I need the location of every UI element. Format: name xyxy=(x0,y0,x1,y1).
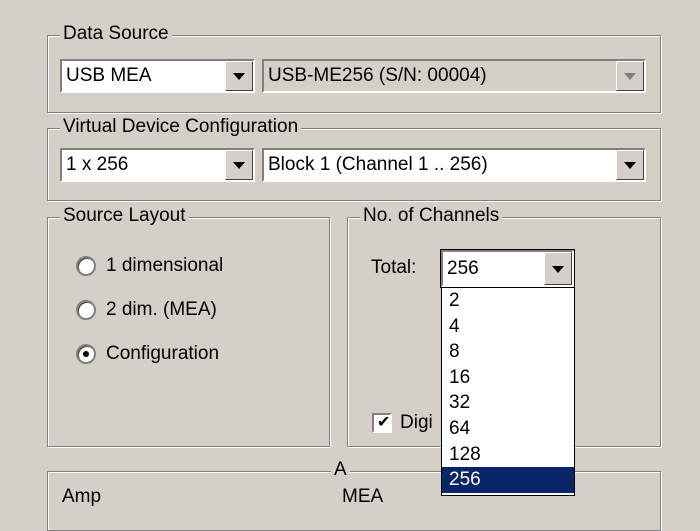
data-source-type-select[interactable]: USB MEA xyxy=(60,59,255,93)
radio-button[interactable] xyxy=(76,300,96,320)
data-source-device-select[interactable]: USB-ME256 (S/N: 00004) xyxy=(262,59,646,93)
digital-checkbox-label: Digi xyxy=(400,412,433,433)
amp-label: Amp xyxy=(62,486,102,507)
bottom-group-legend: A xyxy=(331,459,350,481)
channels-dropdown-list[interactable]: 2 4 8 16 32 64 128 256 xyxy=(441,287,575,496)
channels-total-dropdown-button[interactable] xyxy=(544,252,572,285)
dropdown-option[interactable]: 2 xyxy=(442,288,574,314)
channels-legend: No. of Channels xyxy=(360,205,503,227)
dropdown-option[interactable]: 4 xyxy=(442,314,574,340)
channels-total-value: 256 xyxy=(447,258,479,279)
virtual-device-block-dropdown-button[interactable] xyxy=(616,150,644,180)
virtual-device-config-value: 1 x 256 xyxy=(66,154,129,175)
data-source-type-dropdown-button[interactable] xyxy=(225,61,253,91)
radio-2-dim-mea[interactable]: 2 dim. (MEA) xyxy=(76,299,217,321)
dropdown-option[interactable]: 32 xyxy=(442,390,574,416)
radio-1-dimensional[interactable]: 1 dimensional xyxy=(76,255,223,277)
radio-configuration[interactable]: Configuration xyxy=(76,343,219,365)
data-source-device-dropdown-button[interactable] xyxy=(616,61,644,91)
dropdown-option[interactable]: 128 xyxy=(442,442,574,468)
virtual-device-block-select[interactable]: Block 1 (Channel 1 .. 256) xyxy=(262,148,646,182)
radio-selected-dot xyxy=(83,351,89,357)
data-source-device-value: USB-ME256 (S/N: 00004) xyxy=(268,65,487,86)
radio-button-selected[interactable] xyxy=(76,344,96,364)
chevron-down-icon xyxy=(624,73,636,80)
virtual-device-config-dropdown-button[interactable] xyxy=(225,150,253,180)
radio-button[interactable] xyxy=(76,256,96,276)
source-layout-group: Source Layout xyxy=(47,205,330,447)
radio-2-dim-mea-label: 2 dim. (MEA) xyxy=(106,299,217,320)
channels-total-select[interactable]: 256 xyxy=(440,249,575,288)
chevron-down-icon xyxy=(552,265,564,273)
data-source-type-value: USB MEA xyxy=(66,65,152,86)
virtual-device-config-select[interactable]: 1 x 256 xyxy=(60,148,255,182)
dropdown-option[interactable]: 64 xyxy=(442,416,574,442)
chevron-down-icon xyxy=(233,73,245,80)
data-source-legend: Data Source xyxy=(60,23,172,45)
source-layout-legend: Source Layout xyxy=(60,205,189,227)
digital-checkbox[interactable]: ✔ xyxy=(372,413,392,433)
chevron-down-icon xyxy=(233,162,245,169)
mea-label: MEA xyxy=(342,486,384,507)
virtual-device-legend: Virtual Device Configuration xyxy=(60,116,302,138)
dropdown-option[interactable]: 8 xyxy=(442,339,574,365)
radio-1-dimensional-label: 1 dimensional xyxy=(106,255,224,276)
chevron-down-icon xyxy=(624,162,636,169)
channels-total-label: Total: xyxy=(371,257,417,278)
dropdown-option[interactable]: 16 xyxy=(442,365,574,391)
checkmark-icon: ✔ xyxy=(377,414,391,431)
dropdown-option-selected[interactable]: 256 xyxy=(442,467,574,493)
radio-configuration-label: Configuration xyxy=(106,343,220,364)
virtual-device-block-value: Block 1 (Channel 1 .. 256) xyxy=(268,154,488,175)
